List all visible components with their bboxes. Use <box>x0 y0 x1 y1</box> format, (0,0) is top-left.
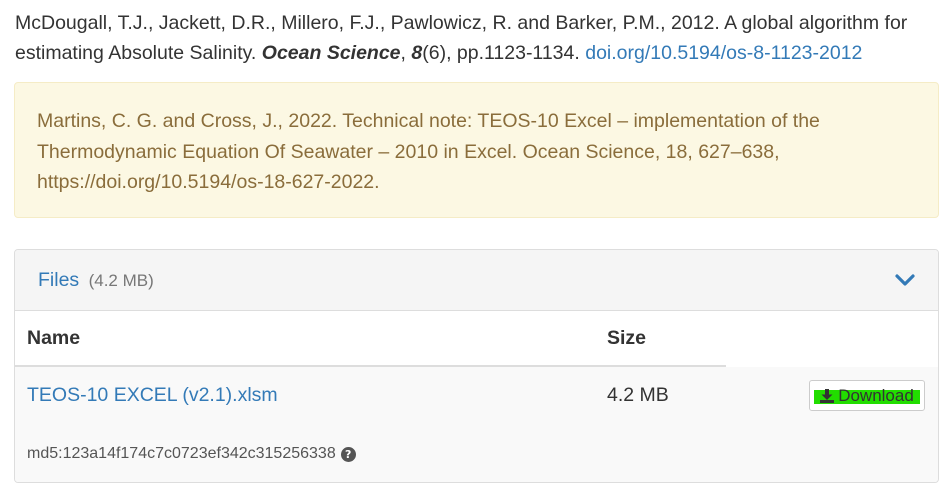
files-title: Files <box>38 269 80 291</box>
download-button[interactable]: Download <box>809 380 925 411</box>
file-size: 4.2 MB <box>607 384 669 406</box>
download-label: Download <box>838 385 914 405</box>
citation-doi-link[interactable]: doi.org/10.5194/os-8-1123-2012 <box>585 42 862 64</box>
question-circle-icon[interactable]: ? <box>340 446 356 462</box>
citation-volume: 8 <box>411 42 423 64</box>
citation-issue-pages: (6), pp.1123-1134. <box>422 42 586 64</box>
files-total-size: (4.2 MB) <box>88 271 154 290</box>
files-panel: Files (4.2 MB) Name Size TEOS-10 EXCEL (… <box>14 249 939 483</box>
column-header-name: Name <box>27 327 81 349</box>
chevron-down-icon[interactable] <box>894 270 916 290</box>
files-panel-heading[interactable]: Files (4.2 MB) <box>15 250 938 311</box>
citation-reference: McDougall, T.J., Jackett, D.R., Millero,… <box>15 8 940 68</box>
table-row: TEOS-10 EXCEL (v2.1).xlsm 4.2 MB Downloa… <box>15 367 938 482</box>
note-text: Martins, C. G. and Cross, J., 2022. Tech… <box>37 110 820 193</box>
file-name-link[interactable]: TEOS-10 EXCEL (v2.1).xlsm <box>27 384 278 407</box>
citation-note-box: Martins, C. G. and Cross, J., 2022. Tech… <box>14 82 939 218</box>
md5-text: md5:123a14f174c7c0723ef342c315256338 <box>27 445 336 462</box>
column-header-size: Size <box>607 327 647 349</box>
download-icon <box>820 388 835 403</box>
files-toggle-link[interactable]: Files (4.2 MB) <box>38 269 154 292</box>
md5-checksum: md5:123a14f174c7c0723ef342c315256338 ? <box>27 445 356 463</box>
citation-volume-sep: , <box>400 42 412 64</box>
citation-journal: Ocean Science <box>261 42 401 64</box>
files-table-header: Name Size <box>15 311 726 367</box>
